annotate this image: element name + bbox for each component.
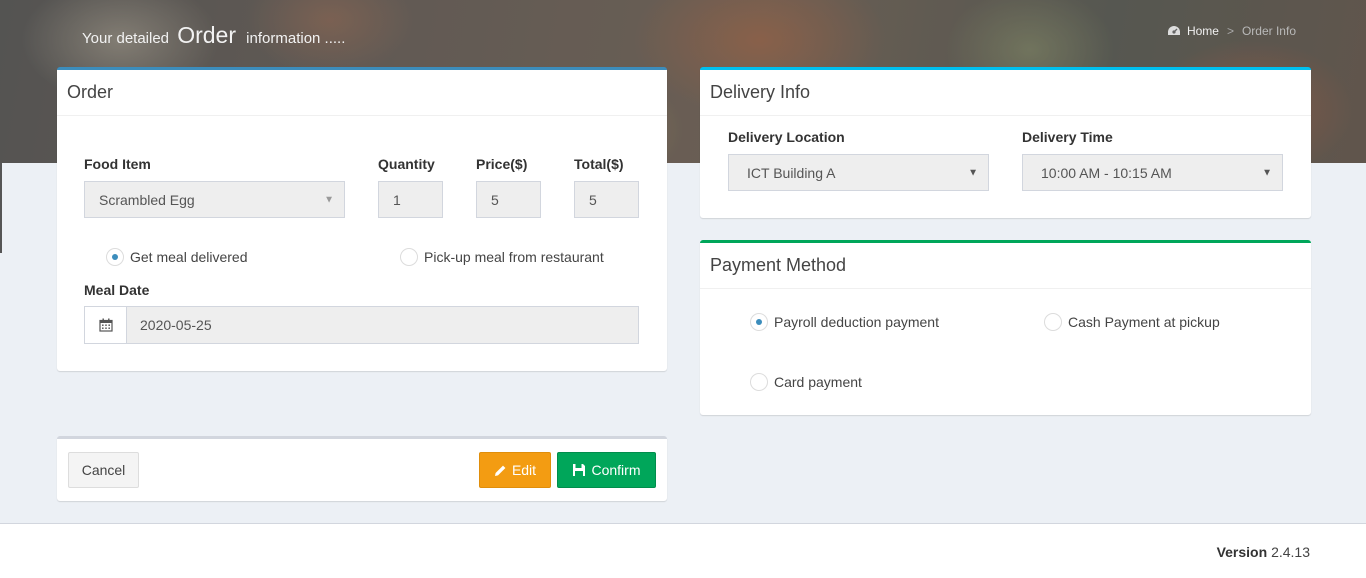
breadcrumb-separator: >	[1226, 24, 1234, 38]
delivery-location-value: ICT Building A	[747, 164, 836, 181]
breadcrumb-home-label: Home	[1186, 24, 1219, 38]
radio-label: Payroll deduction payment	[774, 314, 939, 330]
total-field: 5	[574, 181, 639, 218]
delivery-info-title: Delivery Info	[700, 70, 1311, 116]
page-footer: Version 2.4.13	[0, 523, 1366, 578]
radio-button[interactable]	[1044, 313, 1062, 331]
version-info: Version 2.4.13	[1217, 544, 1310, 560]
page-title-emphasis: Order	[177, 22, 236, 48]
calendar-icon	[98, 318, 113, 332]
radio-cash-payment[interactable]: Cash Payment at pickup	[1044, 313, 1220, 331]
radio-label: Cash Payment at pickup	[1068, 314, 1220, 330]
pencil-icon	[494, 465, 506, 476]
delivery-time-select[interactable]: 10:00 AM - 10:15 AM ▼	[1022, 154, 1283, 191]
radio-payroll-deduction[interactable]: Payroll deduction payment	[750, 313, 939, 331]
total-value: 5	[589, 191, 597, 208]
page-title: Your detailed Order information .....	[82, 22, 345, 49]
delivery-time-value: 10:00 AM - 10:15 AM	[1041, 164, 1172, 181]
chevron-down-icon: ▼	[968, 167, 978, 178]
radio-label: Pick-up meal from restaurant	[424, 249, 604, 265]
version-value: 2.4.13	[1271, 544, 1310, 560]
cancel-label: Cancel	[81, 462, 126, 478]
radio-label: Card payment	[774, 374, 862, 390]
food-item-label: Food Item	[84, 156, 151, 172]
price-value: 5	[491, 191, 499, 208]
meal-date-value: 2020-05-25	[140, 317, 212, 333]
food-item-select[interactable]: Scrambled Egg ▼	[84, 181, 345, 218]
payment-method-title: Payment Method	[700, 243, 1311, 289]
radio-button[interactable]	[750, 313, 768, 331]
quantity-field[interactable]: 1	[378, 181, 443, 218]
price-field: 5	[476, 181, 541, 218]
version-label: Version	[1216, 544, 1268, 560]
calendar-addon[interactable]	[84, 306, 127, 344]
breadcrumb-current: Order Info	[1241, 24, 1296, 38]
page-title-prefix: Your detailed	[82, 30, 170, 47]
confirm-button[interactable]: Confirm	[557, 452, 656, 488]
delivery-location-label: Delivery Location	[728, 129, 845, 145]
edit-label: Edit	[511, 462, 537, 478]
meal-date-label: Meal Date	[84, 282, 150, 298]
radio-button[interactable]	[106, 248, 124, 266]
sidebar-edge	[0, 163, 2, 253]
dashboard-icon	[1167, 26, 1180, 35]
edit-button[interactable]: Edit	[479, 452, 551, 488]
radio-get-meal-delivered[interactable]: Get meal delivered	[106, 248, 248, 266]
delivery-time-label: Delivery Time	[1022, 129, 1113, 145]
breadcrumb: Home > Order Info	[1167, 24, 1296, 38]
radio-pickup-meal[interactable]: Pick-up meal from restaurant	[400, 248, 604, 266]
radio-label: Get meal delivered	[130, 249, 248, 265]
chevron-down-icon: ▼	[1262, 167, 1272, 178]
page-title-suffix: information .....	[246, 30, 346, 47]
quantity-label: Quantity	[378, 156, 435, 172]
cancel-button[interactable]: Cancel	[68, 452, 139, 488]
total-label: Total($)	[574, 156, 624, 172]
chevron-down-icon: ▼	[324, 194, 334, 205]
breadcrumb-home-link[interactable]: Home	[1167, 24, 1219, 38]
price-label: Price($)	[476, 156, 528, 172]
delivery-location-select[interactable]: ICT Building A ▼	[728, 154, 989, 191]
quantity-value: 1	[393, 191, 401, 208]
radio-card-payment[interactable]: Card payment	[750, 373, 862, 391]
confirm-label: Confirm	[591, 462, 641, 478]
save-icon	[573, 464, 586, 476]
order-panel-title: Order	[57, 70, 667, 116]
food-item-value: Scrambled Egg	[99, 191, 195, 208]
radio-button[interactable]	[750, 373, 768, 391]
radio-button[interactable]	[400, 248, 418, 266]
meal-date-input[interactable]: 2020-05-25	[126, 306, 639, 344]
